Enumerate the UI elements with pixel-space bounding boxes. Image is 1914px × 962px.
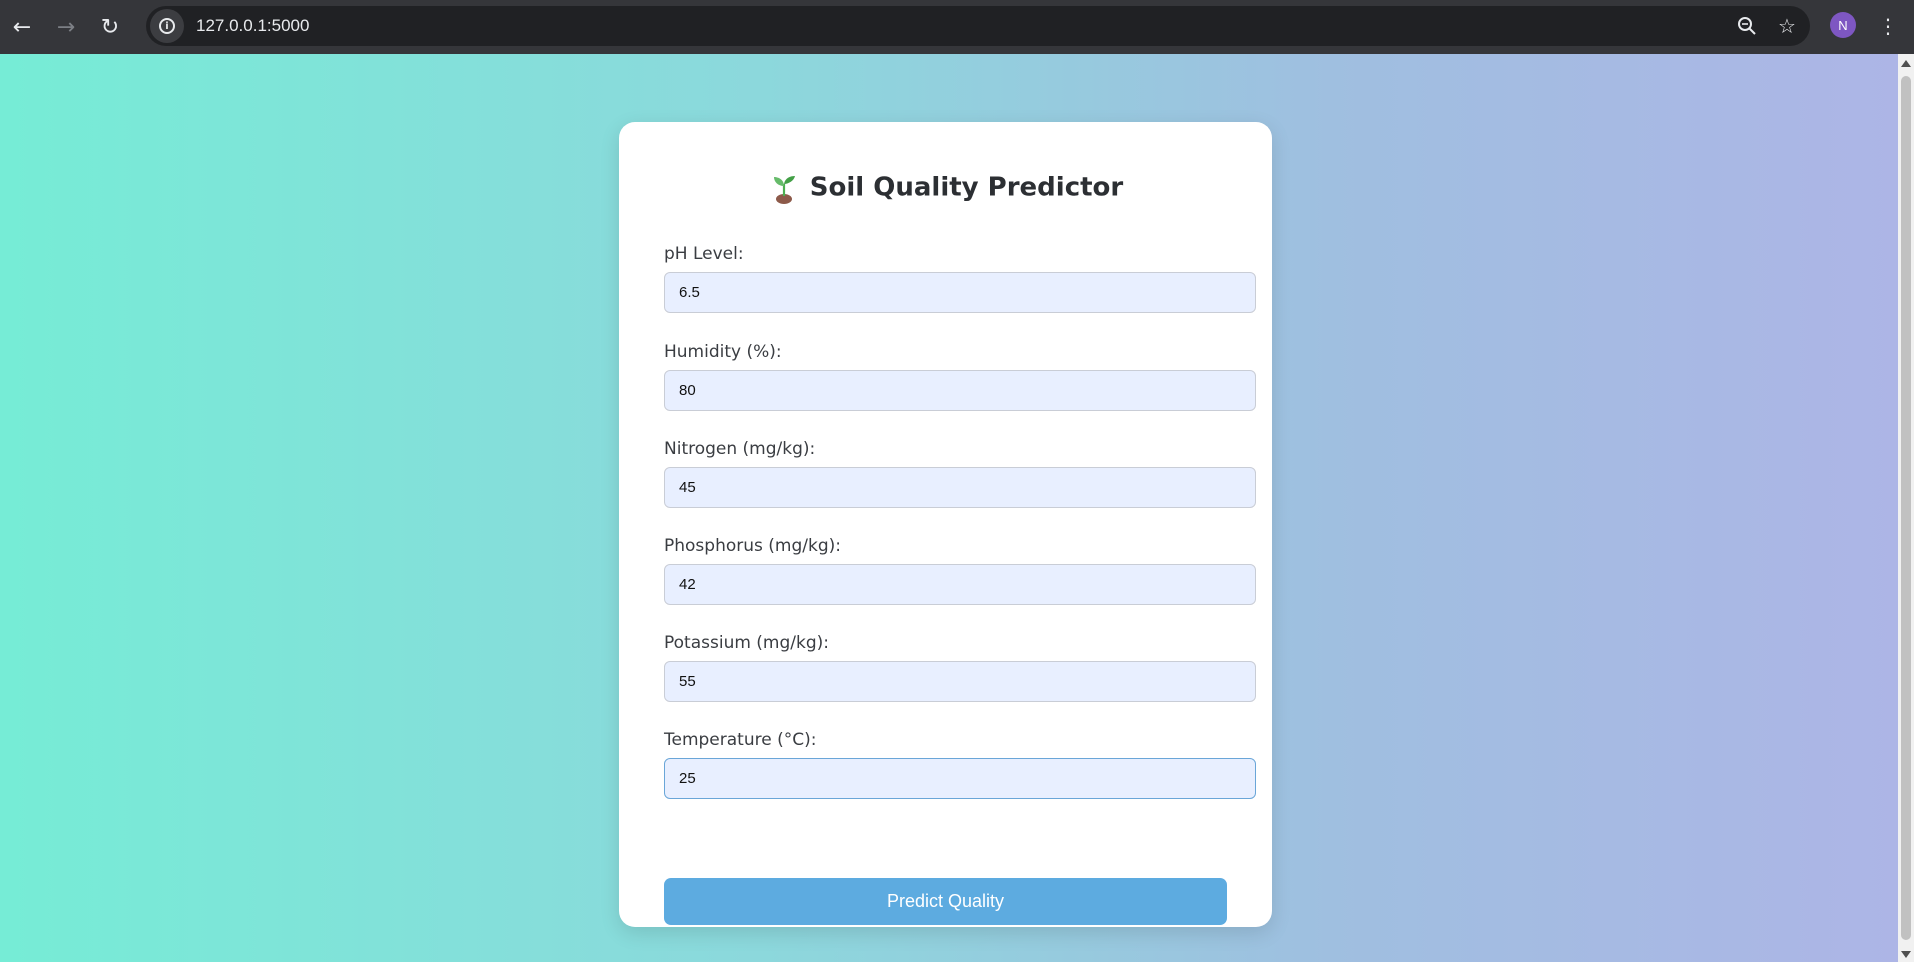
- arrow-right-icon: →: [56, 14, 76, 40]
- arrow-left-icon: ←: [12, 14, 32, 40]
- page-viewport: Soil Quality Predictor pH Level: Humidit…: [0, 54, 1898, 962]
- ph-input[interactable]: [664, 272, 1256, 313]
- humidity-input[interactable]: [664, 370, 1256, 411]
- potassium-label: Potassium (mg/kg):: [664, 633, 830, 653]
- nitrogen-label: Nitrogen (mg/kg):: [664, 439, 816, 459]
- back-button[interactable]: ←: [0, 0, 44, 54]
- reload-icon: ↻: [100, 14, 120, 40]
- title-text: Soil Quality Predictor: [809, 172, 1124, 203]
- temperature-label: Temperature (°C):: [664, 730, 817, 750]
- phosphorus-label: Phosphorus (mg/kg):: [664, 536, 841, 556]
- reload-button[interactable]: ↻: [88, 0, 132, 54]
- info-icon: i: [159, 18, 175, 34]
- scroll-up-icon[interactable]: [1901, 60, 1911, 67]
- scroll-thumb[interactable]: [1901, 76, 1911, 940]
- profile-avatar[interactable]: N: [1830, 12, 1856, 38]
- nitrogen-input[interactable]: [664, 467, 1256, 508]
- browser-toolbar: ← → ↻ i 127.0.0.1:5000 ☆ N ⋮: [0, 0, 1914, 54]
- address-bar[interactable]: i 127.0.0.1:5000 ☆: [146, 6, 1810, 46]
- zoom-icon[interactable]: [1734, 13, 1760, 39]
- nitrogen-field: Nitrogen (mg/kg):: [664, 439, 1256, 508]
- site-info-button[interactable]: i: [150, 9, 184, 43]
- temperature-field: Temperature (°C):: [664, 730, 1256, 799]
- forward-button[interactable]: →: [44, 0, 88, 54]
- humidity-label: Humidity (%):: [664, 342, 782, 362]
- kebab-menu-icon[interactable]: ⋮: [1874, 12, 1902, 40]
- ph-field: pH Level:: [664, 244, 1256, 313]
- ph-label: pH Level:: [664, 244, 744, 264]
- url-text[interactable]: 127.0.0.1:5000: [196, 16, 309, 36]
- potassium-field: Potassium (mg/kg):: [664, 633, 1256, 702]
- star-icon[interactable]: ☆: [1774, 13, 1800, 39]
- predict-quality-button[interactable]: Predict Quality: [664, 878, 1227, 925]
- predictor-card: Soil Quality Predictor pH Level: Humidit…: [619, 122, 1272, 927]
- seedling-icon: [773, 176, 795, 204]
- phosphorus-input[interactable]: [664, 564, 1256, 605]
- temperature-input[interactable]: [664, 758, 1256, 799]
- page-title: Soil Quality Predictor: [619, 172, 1272, 204]
- scroll-down-icon[interactable]: [1901, 951, 1911, 958]
- page-scrollbar[interactable]: [1898, 54, 1914, 962]
- potassium-input[interactable]: [664, 661, 1256, 702]
- humidity-field: Humidity (%):: [664, 342, 1256, 411]
- phosphorus-field: Phosphorus (mg/kg):: [664, 536, 1256, 605]
